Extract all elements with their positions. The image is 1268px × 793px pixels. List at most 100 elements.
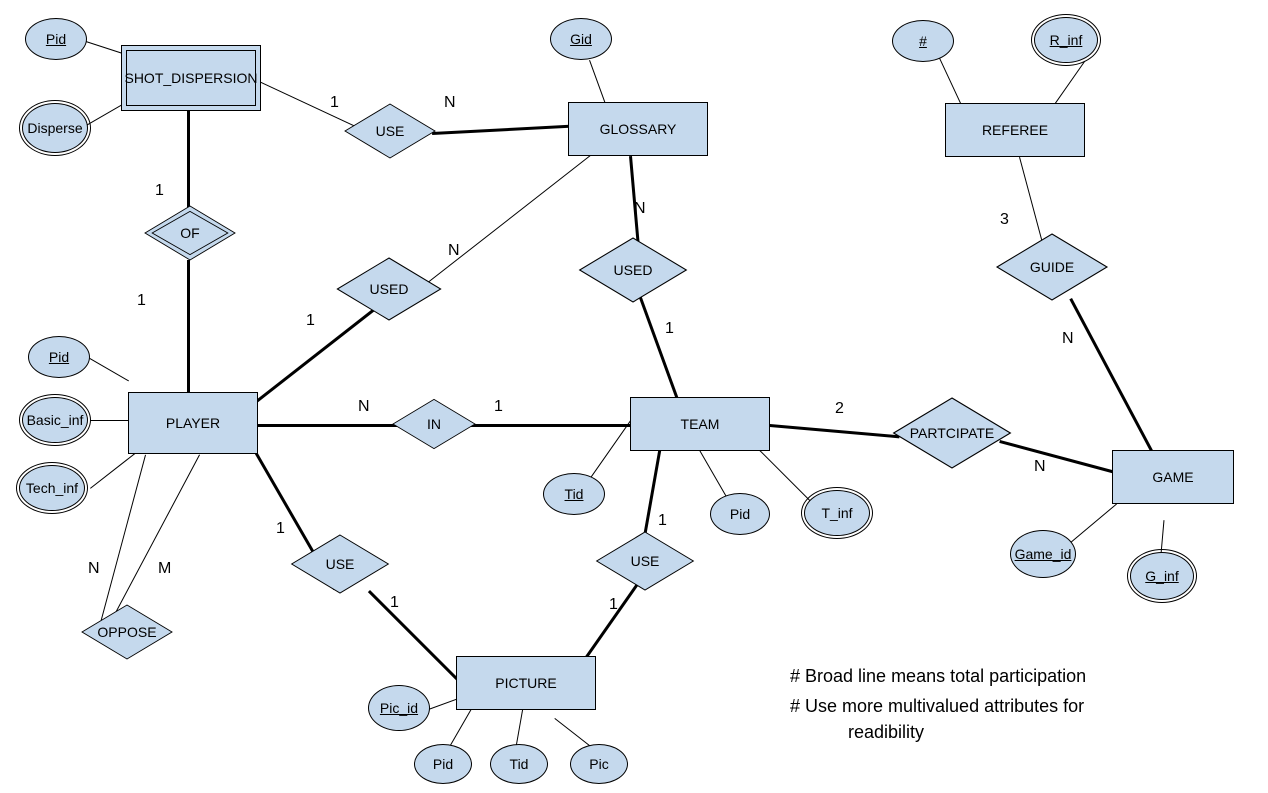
card: 1 (155, 182, 164, 200)
rel-use-team-picture: USE (595, 532, 695, 590)
rel-guide: GUIDE (982, 234, 1122, 300)
label: GUIDE (1030, 259, 1074, 275)
label: USED (614, 262, 653, 278)
edge (90, 358, 129, 381)
edge-thick (432, 125, 572, 135)
er-diagram: SHOT_DISPERSION GLOSSARY REFEREE PLAYER … (0, 0, 1268, 793)
attr-team-inf: T_inf (804, 490, 870, 536)
label: Pid (433, 756, 453, 772)
attr-sd-pid: Pid (25, 18, 87, 60)
label: Pid (49, 349, 69, 365)
label: Game_id (1015, 546, 1072, 562)
card: N (1034, 458, 1046, 476)
rel-used-player-glossary: USED (335, 258, 443, 320)
attr-picture-pic: Pic (570, 744, 628, 784)
label: Basic_inf (27, 412, 84, 428)
note-total-participation: # Broad line means total participation (790, 666, 1086, 687)
label: GLOSSARY (600, 121, 677, 137)
edge-thick (1069, 298, 1161, 467)
edge (86, 99, 132, 126)
label: Pic_id (380, 700, 418, 716)
rel-of: OF (143, 206, 237, 260)
label: PARTCIPATE (910, 425, 995, 441)
label: IN (427, 416, 441, 432)
attr-sd-disperse: Disperse (22, 103, 88, 153)
card: 1 (330, 94, 339, 112)
label: R_inf (1050, 32, 1083, 48)
card: 2 (835, 400, 844, 418)
card: N (1062, 330, 1074, 348)
label: USED (370, 281, 409, 297)
label: G_inf (1145, 568, 1178, 584)
attr-team-pid: Pid (710, 493, 770, 535)
label: GAME (1152, 469, 1193, 485)
entity-player: PLAYER (128, 392, 258, 454)
rel-in: IN (393, 398, 475, 450)
attr-glossary-gid: Gid (550, 18, 612, 60)
entity-glossary: GLOSSARY (568, 102, 708, 156)
card: 1 (609, 596, 618, 614)
label: OPPOSE (97, 624, 156, 640)
note-multivalued-2: readibility (848, 722, 924, 743)
attr-game-inf: G_inf (1130, 552, 1194, 600)
label: Gid (570, 31, 592, 47)
rel-oppose: OPPOSE (67, 605, 187, 659)
label: REFEREE (982, 122, 1048, 138)
card: 1 (276, 520, 285, 538)
attr-picture-id: Pic_id (368, 685, 430, 731)
edge-thick (258, 424, 408, 427)
card: 1 (390, 594, 399, 612)
rel-use-sd-glossary: USE (345, 102, 435, 160)
card: M (158, 560, 171, 578)
entity-shot-dispersion: SHOT_DISPERSION (126, 50, 256, 106)
label: USE (631, 553, 660, 569)
card: 1 (137, 292, 146, 310)
label: SHOT_DISPERSION (124, 70, 257, 86)
card: N (88, 560, 100, 578)
entity-game: GAME (1112, 450, 1234, 504)
edge (90, 451, 138, 489)
attr-referee-num: # (892, 20, 954, 62)
entity-picture: PICTURE (456, 656, 596, 710)
entity-referee: REFEREE (945, 103, 1085, 157)
label: OF (180, 225, 199, 241)
card: N (358, 398, 370, 416)
label: PLAYER (166, 415, 220, 431)
label: T_inf (821, 505, 852, 521)
attr-picture-pid: Pid (414, 744, 472, 784)
attr-player-tech: Tech_inf (19, 465, 85, 511)
label: Disperse (27, 120, 82, 136)
edge-thick (187, 260, 190, 400)
label: PICTURE (495, 675, 556, 691)
card: 3 (1000, 211, 1009, 229)
label: Tid (565, 486, 584, 502)
edge (112, 455, 200, 619)
label: Pic (589, 756, 608, 772)
label: Pid (730, 506, 750, 522)
card: N (634, 200, 646, 218)
card: 1 (494, 398, 503, 416)
label: Tid (510, 756, 529, 772)
card: N (444, 94, 456, 112)
label: TEAM (681, 416, 720, 432)
label: Tech_inf (26, 480, 78, 496)
label: USE (376, 123, 405, 139)
attr-player-pid: Pid (28, 336, 90, 378)
attr-team-tid: Tid (543, 473, 605, 515)
attr-picture-tid: Tid (490, 744, 548, 784)
note-multivalued-1: # Use more multivalued attributes for (790, 696, 1084, 717)
card: 1 (306, 312, 315, 330)
rel-used-team-glossary: USED (573, 238, 693, 302)
attr-player-basic: Basic_inf (22, 397, 88, 443)
edge-thick (460, 424, 630, 427)
rel-participate: PARTCIPATE (872, 398, 1032, 468)
rel-use-player-picture: USE (290, 535, 390, 593)
edge-thick (637, 292, 681, 406)
label: USE (326, 556, 355, 572)
attr-game-id: Game_id (1010, 530, 1076, 578)
label: Pid (46, 31, 66, 47)
card: N (448, 242, 460, 260)
card: 1 (665, 320, 674, 338)
attr-referee-inf: R_inf (1034, 17, 1098, 63)
label: # (919, 33, 927, 49)
